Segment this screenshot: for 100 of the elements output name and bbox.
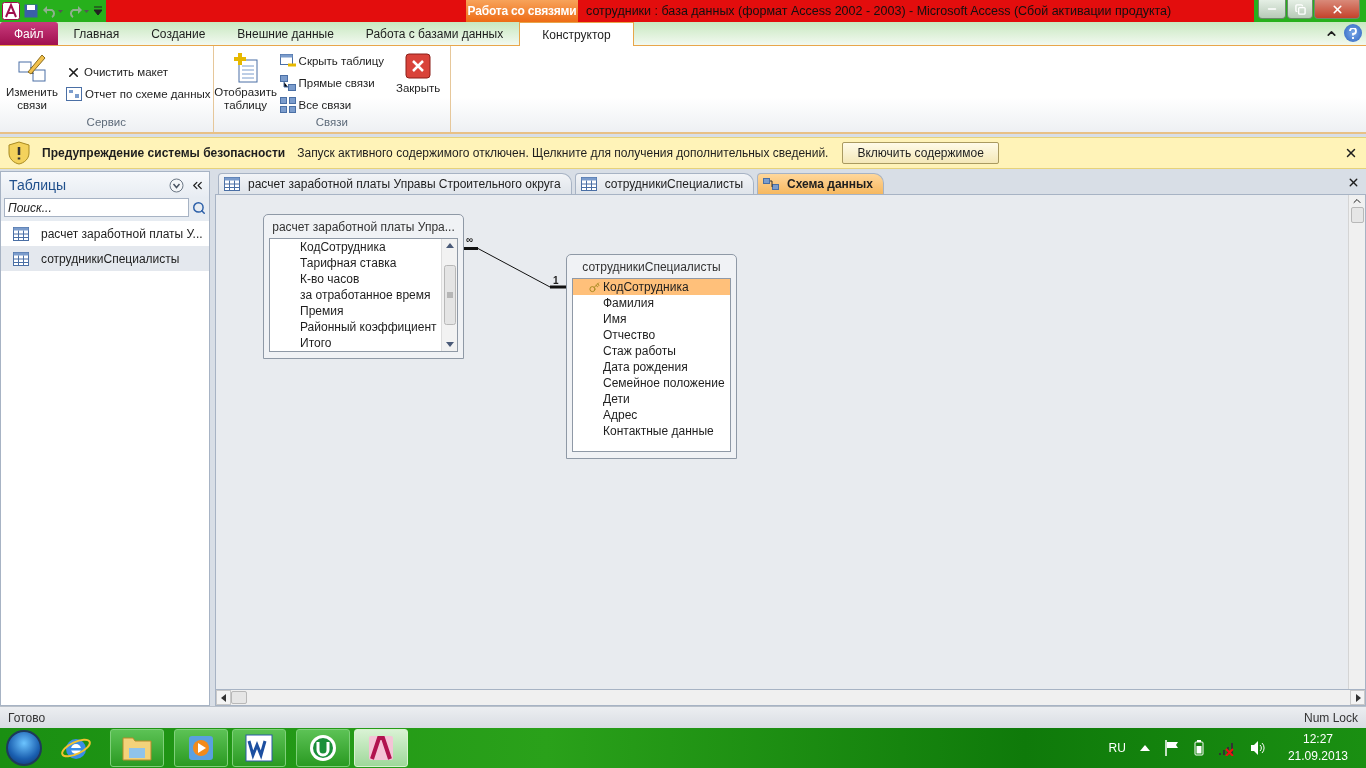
navigation-item[interactable]: сотрудникиСпециалисты: [1, 246, 209, 271]
navigation-item-label: сотрудникиСпециалисты: [41, 251, 180, 266]
vertical-scrollbar[interactable]: [1348, 195, 1365, 689]
field-item[interactable]: Дети: [573, 391, 730, 407]
taskbar-button[interactable]: [232, 729, 286, 767]
ribbon-tab[interactable]: Создание: [135, 22, 222, 45]
table-icon: [224, 177, 240, 191]
ribbon-button[interactable]: Изменить связи: [2, 48, 62, 116]
pencil-table-icon: [16, 52, 48, 84]
ribbon-tab[interactable]: Конструктор: [519, 22, 634, 46]
table-title: расчет заработной платы Упра...: [271, 218, 456, 236]
ribbon-tab[interactable]: Главная: [57, 22, 136, 45]
close-icon[interactable]: [1344, 146, 1358, 160]
flag-icon[interactable]: [1163, 740, 1180, 756]
minimize-button[interactable]: [1258, 0, 1286, 19]
navigation-item-label: расчет заработной платы У...: [41, 226, 203, 241]
field-item[interactable]: КодСотрудника: [270, 239, 441, 255]
horizontal-scrollbar[interactable]: [215, 690, 1366, 706]
dropdown-icon[interactable]: [169, 177, 184, 193]
language-indicator[interactable]: RU: [1108, 741, 1126, 755]
scrollbar[interactable]: [441, 239, 457, 351]
field-item[interactable]: Отчество: [573, 327, 730, 343]
field-item[interactable]: Стаж работы: [573, 343, 730, 359]
field-item[interactable]: за отработанное время: [270, 287, 441, 303]
field-item[interactable]: Итого: [270, 335, 441, 351]
close-button[interactable]: [1314, 0, 1360, 19]
all-relations-icon: [279, 97, 296, 113]
one-label: 1: [553, 276, 559, 286]
field-item[interactable]: Тарифная ставка: [270, 255, 441, 271]
search-icon[interactable]: [192, 200, 206, 215]
redo-icon[interactable]: [68, 4, 90, 18]
field-item[interactable]: Фамилия: [573, 295, 730, 311]
help-icon[interactable]: [1344, 24, 1362, 42]
customize-caret-icon[interactable]: [94, 6, 102, 16]
field-item[interactable]: Семейное положение: [573, 375, 730, 391]
ribbon-button[interactable]: Скрыть таблицу: [279, 52, 385, 70]
ribbon-button[interactable]: Отобразить таблицу: [215, 48, 276, 116]
word-icon: [244, 733, 274, 763]
database-app-icon: [366, 733, 396, 763]
field-item[interactable]: Премия: [270, 303, 441, 319]
show-hidden-icons-icon[interactable]: [1139, 745, 1150, 751]
security-warning-message[interactable]: Запуск активного содержимого отключен. Щелкните для получения дополнительных сведений.: [297, 146, 829, 160]
status-text: Готово: [8, 710, 46, 725]
window-title: сотрудники : база данных (формат Access 2002 - 2003) - Microsoft Access (Сбой активации продукта): [585, 3, 1172, 20]
ribbon-button[interactable]: Прямые связи: [279, 74, 385, 92]
table-window[interactable]: расчет заработной платы Упра... КодСотрудника Тарифная ставка К-во часов за отработанное время Премия Районный коэффициент Итого: [263, 214, 464, 359]
field-item[interactable]: Дата рождения: [573, 359, 730, 375]
field-item[interactable]: К-во часов: [270, 271, 441, 287]
hide-table-icon: [279, 54, 296, 68]
start-button[interactable]: [6, 730, 42, 766]
enable-content-button[interactable]: Включить содержимое: [842, 142, 999, 164]
field-item[interactable]: Имя: [573, 311, 730, 327]
scroll-right-button[interactable]: [1350, 690, 1365, 705]
document-tab[interactable]: расчет заработной платы Управы Строительного округа: [218, 173, 572, 194]
scroll-thumb[interactable]: [1350, 207, 1364, 223]
context-tab-group-label: Работа со связями: [466, 0, 578, 22]
close-icon: [404, 52, 433, 80]
field-item[interactable]: КодСотрудника: [573, 279, 730, 295]
search-field[interactable]: Поиск...: [4, 198, 189, 217]
save-icon[interactable]: [24, 4, 38, 18]
report-icon: [66, 87, 82, 101]
ribbon-tab[interactable]: Внешние данные: [221, 22, 350, 45]
torrent-icon: [308, 733, 338, 763]
ribbon-button[interactable]: Отчет по схеме данных: [66, 85, 211, 103]
ribbon-button[interactable]: Очистить макет: [66, 63, 211, 81]
taskbar-button[interactable]: [296, 729, 350, 767]
scroll-thumb[interactable]: [443, 265, 456, 325]
battery-icon[interactable]: [1193, 740, 1204, 756]
num-lock-indicator: Num Lock: [1303, 710, 1358, 725]
group-label: Сервис: [85, 116, 127, 130]
volume-icon[interactable]: [1249, 740, 1266, 756]
ribbon-tab[interactable]: Файл: [0, 22, 58, 45]
ribbon-button[interactable]: Закрыть: [388, 48, 449, 116]
scroll-left-icon[interactable]: [220, 693, 227, 702]
relationship-icon: [763, 178, 779, 190]
table-icon: [13, 251, 29, 266]
document-tab[interactable]: сотрудникиСпециалисты: [574, 173, 754, 194]
scroll-right-icon[interactable]: [1354, 693, 1361, 702]
navigation-title: Таблицы: [9, 177, 68, 193]
field-item[interactable]: Адрес: [573, 407, 730, 423]
ribbon-button[interactable]: Все связи: [279, 96, 385, 114]
table-window[interactable]: сотрудникиСпециалисты КодСотрудника Фамилия Имя Отчество Стаж работы Дата рождения Семейное положение Дети Адрес Контактные данные: [566, 254, 737, 459]
field-item[interactable]: Районный коэффициент: [270, 319, 441, 335]
network-error-icon[interactable]: [1217, 740, 1236, 756]
clock[interactable]: 12:27 21.09.2013: [1287, 731, 1348, 765]
ribbon-tab[interactable]: Работа с базами данных: [349, 22, 520, 45]
close-icon[interactable]: [1347, 176, 1360, 189]
field-item[interactable]: Контактные данные: [573, 423, 730, 439]
folder-icon: [121, 734, 153, 762]
restore-button[interactable]: [1287, 0, 1313, 19]
scroll-left-button[interactable]: [216, 690, 231, 705]
warning-shield-icon: [8, 141, 30, 165]
table-title: сотрудникиСпециалисты: [581, 258, 722, 276]
many-label: ∞: [466, 235, 474, 245]
document-tab[interactable]: Схема данных: [757, 173, 884, 194]
group-label: Связи: [314, 116, 349, 130]
table-icon: [13, 226, 29, 241]
app-logo-icon: [2, 2, 20, 20]
security-warning-title: Предупреждение системы безопасности: [42, 146, 286, 160]
scroll-thumb[interactable]: [231, 691, 247, 704]
